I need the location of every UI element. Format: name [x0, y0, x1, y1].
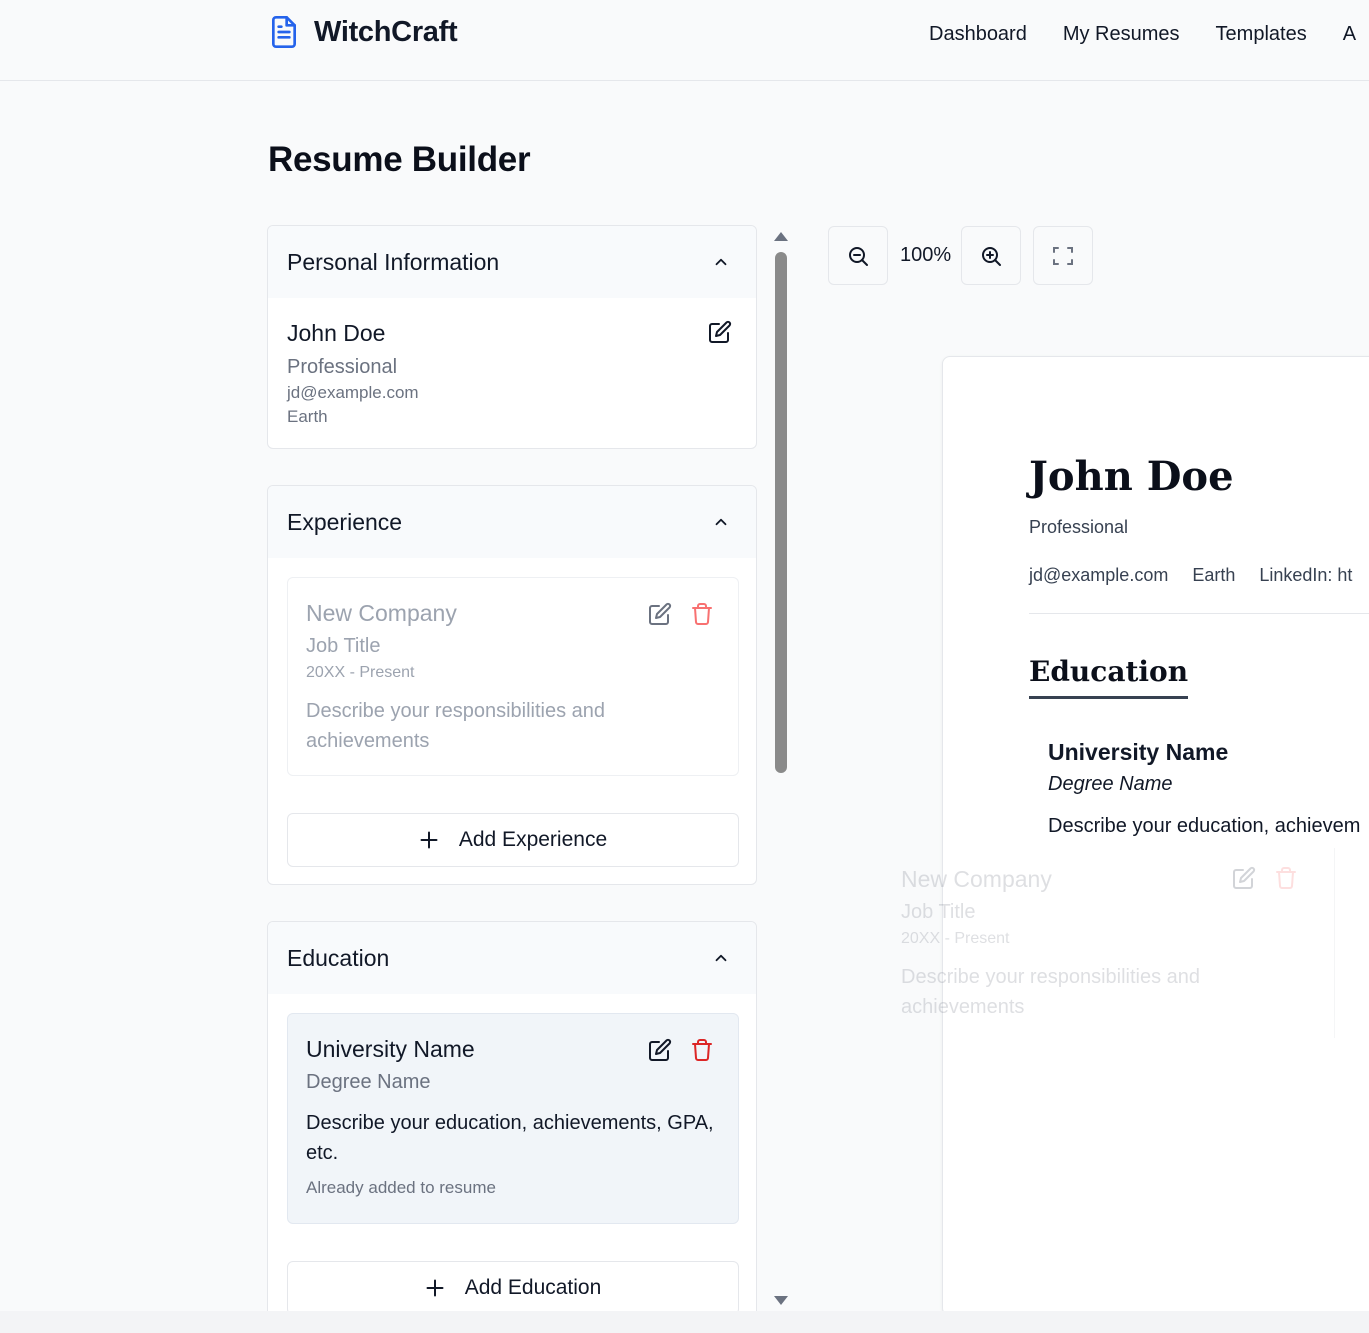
experience-card: Experience New Company Job Title 20XX - … — [267, 485, 757, 885]
trash-icon — [1274, 866, 1298, 890]
app-name: WitchCraft — [314, 15, 458, 48]
job-title: Job Title — [306, 635, 381, 657]
education-card: Education University Name Degree Name De… — [267, 921, 757, 1333]
section-title: Education — [287, 944, 390, 971]
item-actions — [648, 602, 714, 626]
zoom-level: 100% — [900, 244, 952, 266]
edit-icon[interactable] — [648, 1038, 672, 1062]
degree-name: Degree Name — [306, 1071, 431, 1093]
preview-linkedin: LinkedIn: ht — [1259, 565, 1353, 585]
ghost-description: Describe your responsibilities and achie… — [901, 966, 1201, 1018]
scroll-down-arrow[interactable] — [774, 1296, 788, 1305]
person-email: jd@example.com — [287, 383, 419, 402]
zoom-in-button[interactable] — [961, 226, 1021, 285]
preview-location: Earth — [1192, 565, 1236, 585]
job-dates: 20XX - Present — [306, 664, 415, 681]
scroll-up-arrow[interactable] — [774, 232, 788, 241]
person-location: Earth — [287, 407, 328, 426]
preview-school: University Name — [1048, 739, 1229, 765]
person-title: Professional — [287, 356, 398, 378]
preview-divider — [1029, 613, 1369, 614]
scrollbar-thumb[interactable] — [775, 252, 787, 773]
page-title: Resume Builder — [268, 140, 531, 179]
job-description: Describe your responsibilities and achie… — [306, 700, 606, 752]
zoom-out-button[interactable] — [828, 226, 888, 285]
education-item[interactable]: University Name Degree Name Describe you… — [287, 1013, 739, 1224]
plus-icon — [425, 1278, 445, 1298]
preview-education-desc: Describe your education, achievem — [1048, 815, 1361, 837]
add-experience-label: Add Experience — [458, 828, 608, 851]
drag-ghost-experience: New Company Job Title 20XX - Present Des… — [883, 848, 1335, 1038]
person-name: John Doe — [287, 320, 386, 346]
preview-name: John Doe — [1029, 453, 1234, 500]
edit-icon — [1232, 866, 1256, 890]
fullscreen-icon — [1051, 244, 1075, 268]
fullscreen-button[interactable] — [1033, 226, 1093, 285]
nav-dashboard[interactable]: Dashboard — [929, 20, 1027, 48]
ghost-dates: 20XX - Present — [901, 930, 1010, 947]
document-icon — [268, 14, 300, 50]
main-nav: Dashboard My Resumes Templates A — [929, 20, 1356, 48]
add-education-button[interactable]: Add Education — [287, 1261, 739, 1315]
chevron-up-icon[interactable] — [712, 949, 730, 967]
add-experience-button[interactable]: Add Experience — [287, 813, 739, 867]
bottom-edge — [0, 1311, 1369, 1333]
trash-icon[interactable] — [690, 1038, 714, 1062]
personal-info-card: Personal Information John Doe Profession… — [267, 225, 757, 449]
trash-icon[interactable] — [690, 602, 714, 626]
preview-email: jd@example.com — [1029, 565, 1169, 585]
experience-header[interactable]: Experience — [268, 486, 756, 558]
nav-overflow-item[interactable]: A — [1343, 20, 1356, 48]
education-header[interactable]: Education — [268, 922, 756, 994]
app-logo[interactable]: WitchCraft — [268, 14, 458, 50]
add-education-label: Add Education — [464, 1276, 602, 1299]
nav-templates[interactable]: Templates — [1216, 20, 1307, 48]
personal-info-header[interactable]: Personal Information — [268, 226, 756, 298]
preview-section-heading: Education — [1029, 655, 1189, 699]
edit-icon[interactable] — [648, 602, 672, 626]
nav-my-resumes[interactable]: My Resumes — [1063, 20, 1180, 48]
top-navbar: WitchCraft Dashboard My Resumes Template… — [0, 0, 1369, 81]
zoom-in-icon — [979, 244, 1003, 268]
ghost-job-title: Job Title — [901, 901, 976, 923]
plus-icon — [419, 830, 439, 850]
zoom-out-icon — [846, 244, 870, 268]
ghost-actions — [1232, 866, 1298, 890]
section-title: Experience — [287, 508, 403, 535]
chevron-up-icon[interactable] — [712, 513, 730, 531]
experience-item[interactable]: New Company Job Title 20XX - Present Des… — [287, 577, 739, 776]
education-description: Describe your education, achievements, G… — [306, 1112, 714, 1164]
personal-info-body: John Doe Professional jd@example.com Ear… — [268, 298, 756, 427]
edit-icon[interactable] — [708, 320, 732, 344]
section-title: Personal Information — [287, 248, 500, 275]
preview-title: Professional — [1029, 517, 1129, 537]
chevron-up-icon[interactable] — [712, 253, 730, 271]
added-status: Already added to resume — [306, 1178, 496, 1197]
preview-contact: jd@example.com Earth LinkedIn: ht — [1029, 565, 1352, 586]
resume-preview[interactable]: John Doe Professional jd@example.com Ear… — [942, 356, 1369, 1316]
preview-degree: Degree Name — [1048, 773, 1173, 795]
item-actions — [648, 1038, 714, 1062]
